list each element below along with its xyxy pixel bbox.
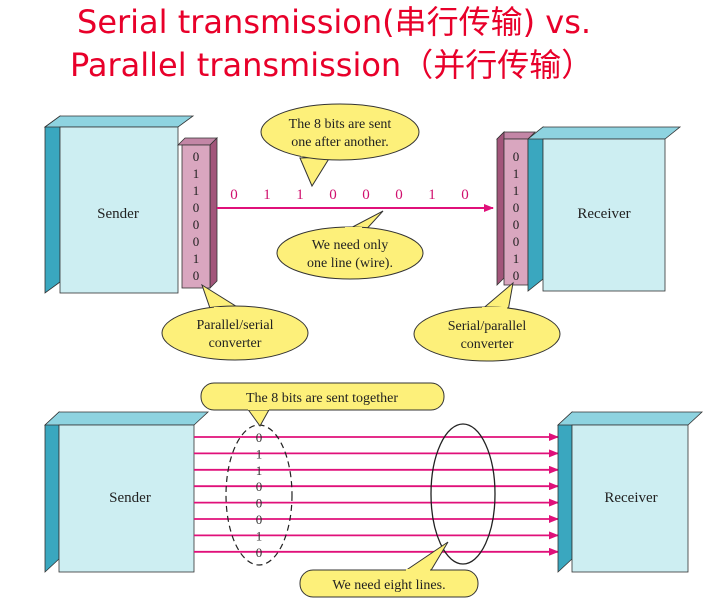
parallel-bit: 0 bbox=[256, 545, 263, 560]
serial-sender-box: Sender bbox=[43, 115, 195, 294]
serial-receiver-box: Receiver bbox=[526, 126, 682, 292]
callout-serial-parallel-converter: Serial/parallel converter bbox=[413, 281, 561, 362]
parallel-sender-label: Sender bbox=[109, 490, 151, 506]
serial-line-bit: 0 bbox=[230, 187, 238, 203]
sender-bit: 1 bbox=[193, 183, 200, 198]
receiver-bit: 0 bbox=[513, 217, 520, 232]
serial-line-bit: 0 bbox=[362, 187, 370, 203]
callout-one-line: We need only one line (wire). bbox=[276, 210, 424, 280]
callout-together-text: The 8 bits are sent together bbox=[246, 391, 398, 406]
serial-line-bit: 0 bbox=[395, 187, 403, 203]
receiver-bit: 1 bbox=[513, 251, 520, 266]
sender-bit: 0 bbox=[193, 149, 200, 164]
parallel-receiver-box: Receiver bbox=[556, 411, 704, 573]
parallel-bit: 0 bbox=[256, 479, 263, 494]
callout-bits-one-after-another: The 8 bits are sent one after another. bbox=[260, 103, 420, 188]
serial-line-bit: 1 bbox=[428, 187, 436, 203]
parallel-bit: 1 bbox=[256, 463, 263, 478]
parallel-receiver-label: Receiver bbox=[604, 490, 657, 506]
callout-sent-line1: The 8 bits are sent bbox=[289, 117, 392, 132]
sender-bit: 0 bbox=[193, 200, 200, 215]
parallel-bit: 1 bbox=[256, 446, 263, 461]
sender-bit: 1 bbox=[193, 251, 200, 266]
serial-line-bit: 1 bbox=[296, 187, 304, 203]
callout-s2p-line1: Serial/parallel bbox=[448, 319, 527, 334]
receiver-bit: 0 bbox=[513, 268, 520, 283]
receiver-bit: 0 bbox=[513, 200, 520, 215]
serial-line-bit: 1 bbox=[263, 187, 271, 203]
receiver-bit: 0 bbox=[513, 149, 520, 164]
sender-bit: 0 bbox=[193, 234, 200, 249]
callout-line-line2: one line (wire). bbox=[307, 256, 393, 271]
serial-receiver-label: Receiver bbox=[577, 206, 630, 222]
receiver-bit: 1 bbox=[513, 166, 520, 181]
parallel-bit: 0 bbox=[256, 496, 263, 511]
callout-bits-together: The 8 bits are sent together bbox=[200, 382, 445, 427]
transmission-diagram: Sender 01100010 01100010 01100010 Receiv… bbox=[43, 103, 704, 598]
serial-line-bit: 0 bbox=[329, 187, 337, 203]
receiver-bit: 1 bbox=[513, 183, 520, 198]
sender-bit: 0 bbox=[193, 268, 200, 283]
sender-bit: 0 bbox=[193, 217, 200, 232]
callout-s2p-line2: converter bbox=[461, 337, 514, 352]
callout-line-line1: We need only bbox=[312, 238, 389, 253]
callout-lines-text: We need eight lines. bbox=[332, 578, 445, 593]
lines-solid-ellipse bbox=[430, 423, 496, 565]
callout-p2s-line1: Parallel/serial bbox=[197, 318, 274, 333]
serial-line-bit: 0 bbox=[461, 187, 469, 203]
sender-bit: 1 bbox=[193, 166, 200, 181]
parallel-bit: 0 bbox=[256, 430, 263, 445]
parallel-bit: 0 bbox=[256, 512, 263, 527]
receiver-bit: 0 bbox=[513, 234, 520, 249]
parallel-bit: 1 bbox=[256, 528, 263, 543]
serial-p2s-converter: 0 1 1 0 0 0 1 0 bbox=[177, 137, 218, 289]
parallel-sender-box: Sender bbox=[43, 411, 210, 573]
callout-p2s-line2: converter bbox=[209, 336, 262, 351]
callout-eight-lines: We need eight lines. bbox=[299, 541, 479, 598]
serial-sender-label: Sender bbox=[97, 206, 139, 222]
callout-parallel-serial-converter: Parallel/serial converter bbox=[161, 283, 309, 361]
callout-sent-line2: one after another. bbox=[291, 135, 389, 150]
